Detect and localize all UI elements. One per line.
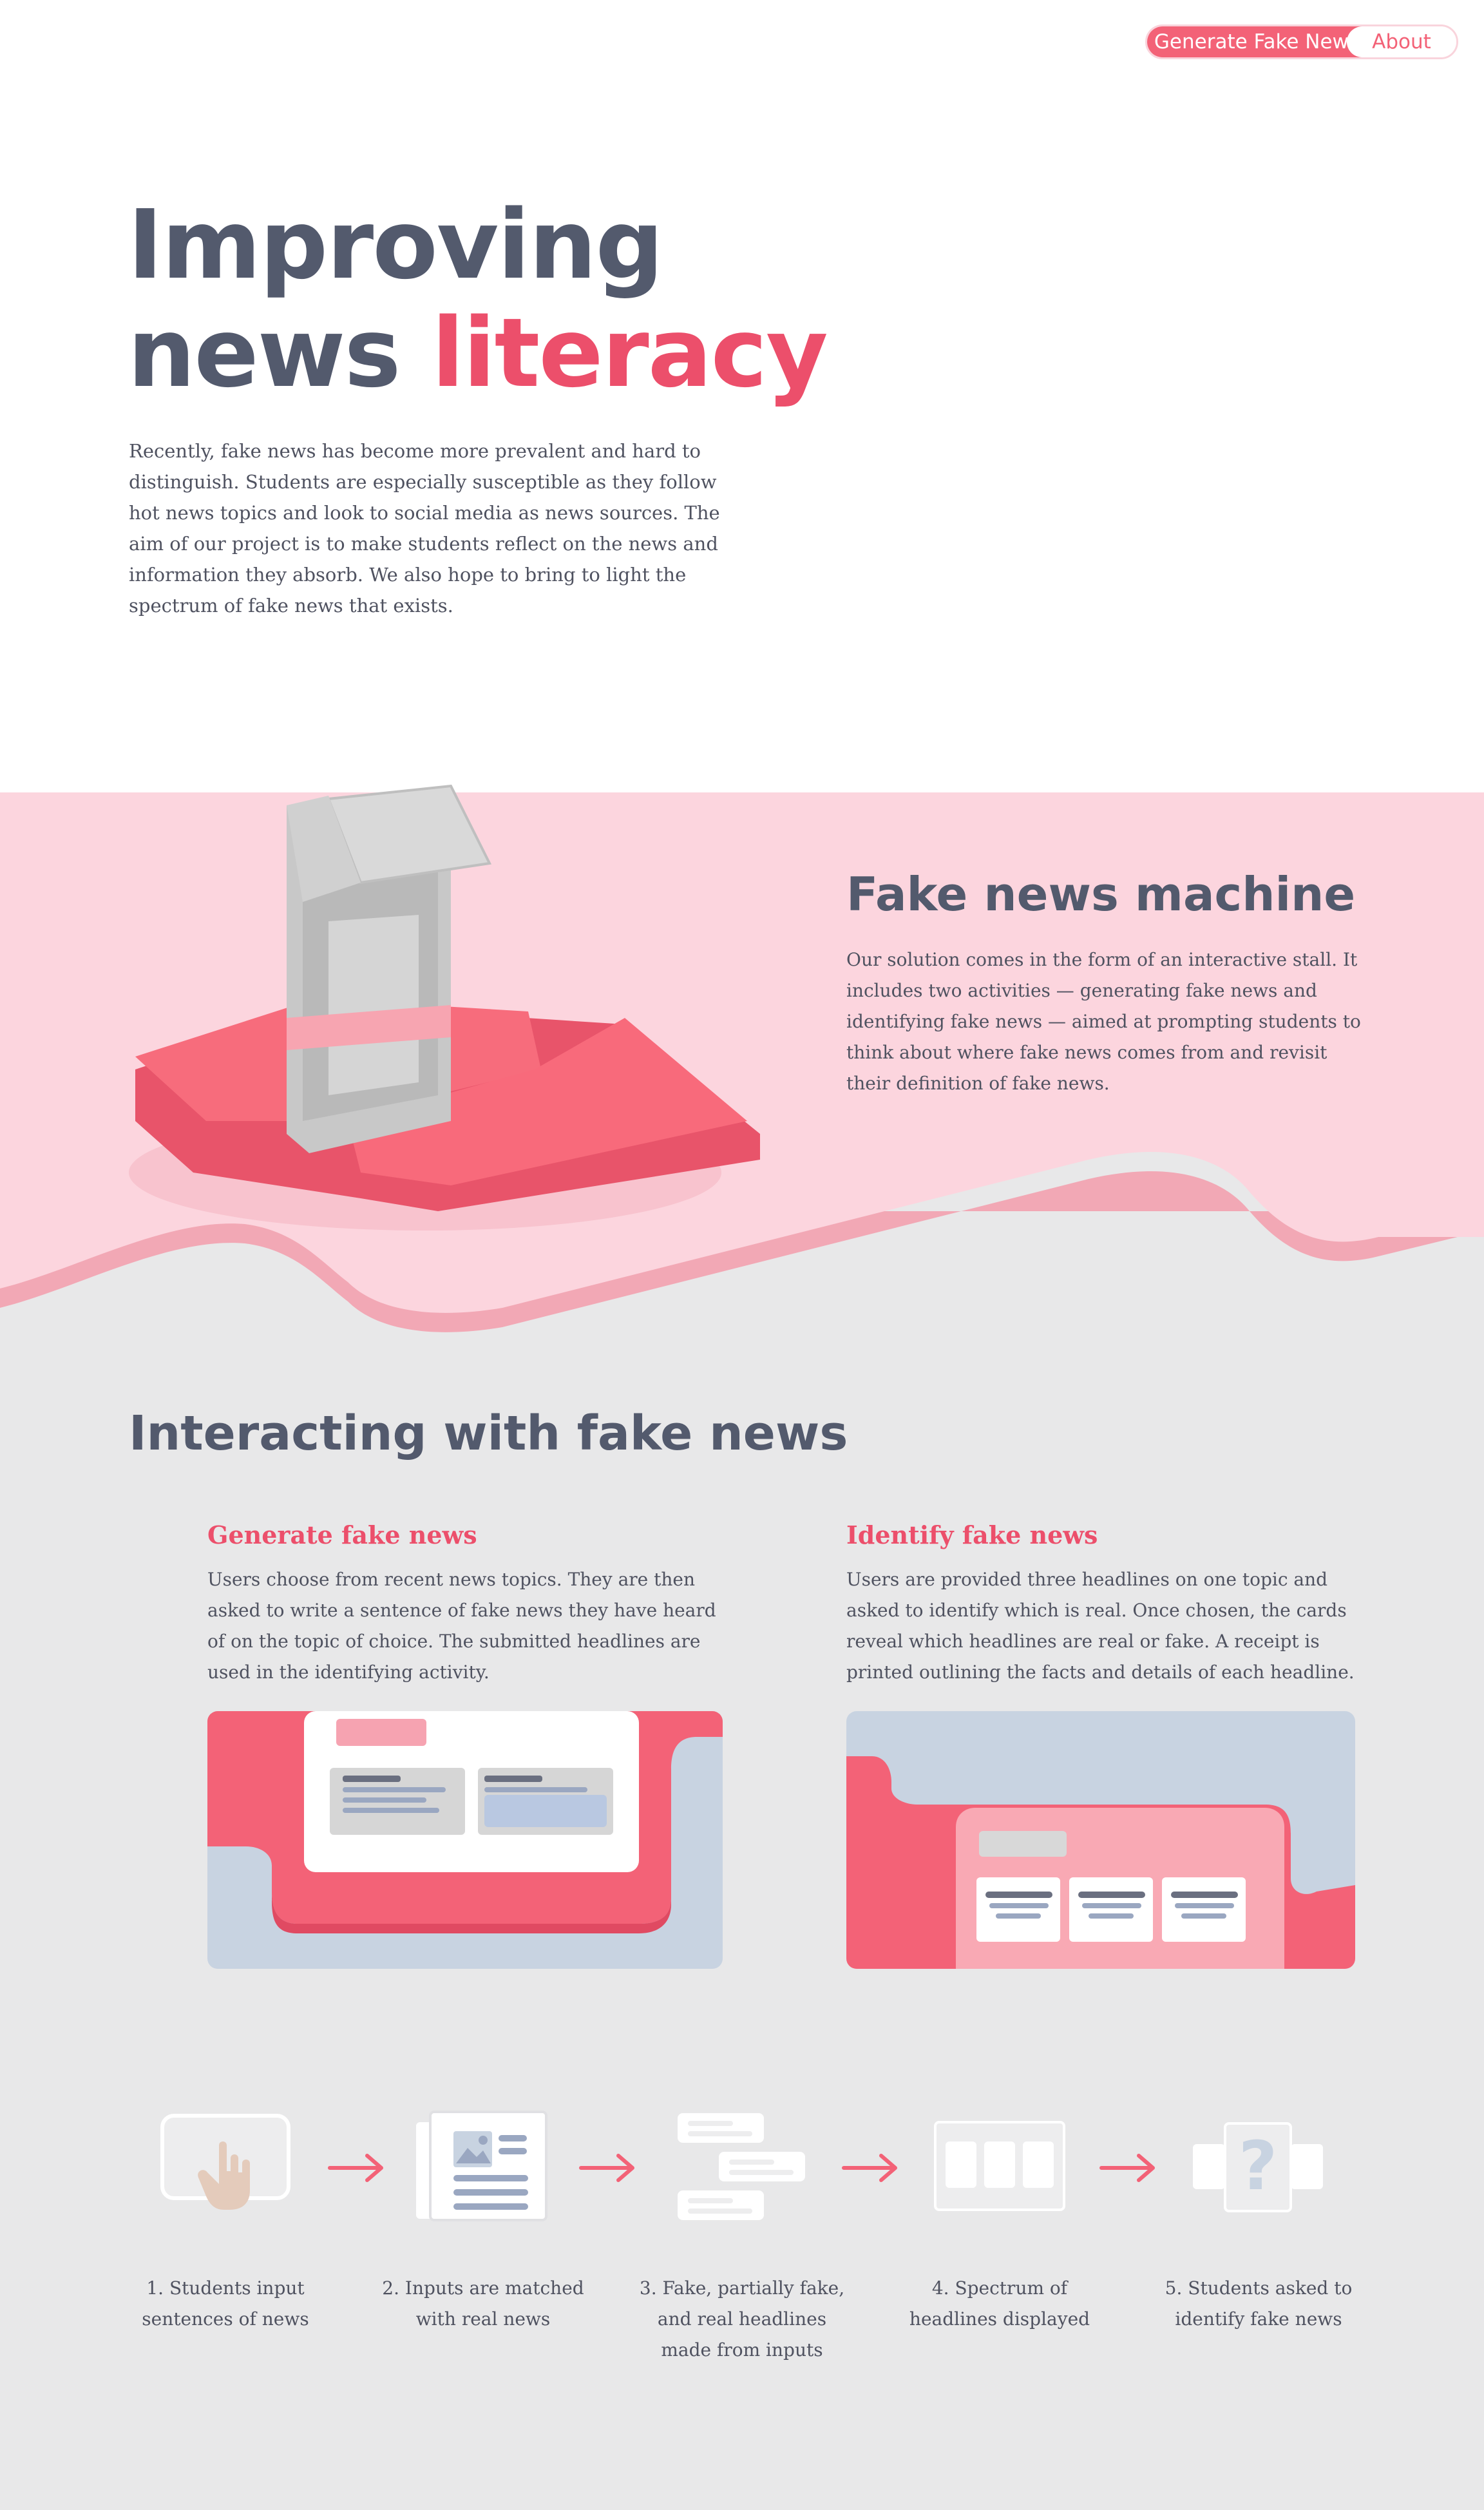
arrow-right-icon (1099, 2154, 1155, 2182)
arrow-right-icon (328, 2154, 383, 2182)
generate-paragraph: Users choose from recent news topics. Th… (207, 1569, 716, 1683)
hand-pointer-icon (160, 2114, 290, 2210)
hero-title-line1: Improving (128, 189, 663, 300)
about-button[interactable]: About (1347, 26, 1456, 57)
generate-fake-news-button[interactable]: Generate Fake News (1147, 26, 1366, 57)
hero-title-accent: literacy (432, 298, 828, 408)
news-article-icon (416, 2111, 547, 2221)
hero-title-plain: news (128, 298, 401, 408)
hero-title-line2: news literacy (128, 298, 828, 408)
hero-paragraph: Recently, fake news has become more prev… (129, 440, 720, 617)
cards-icon (934, 2121, 1065, 2211)
arrow-right-icon (579, 2154, 634, 2182)
identify-title: Identify fake news (846, 1520, 1098, 1549)
step-label-5: 5. Students asked to identify fake news (1165, 2277, 1353, 2330)
machine-paragraph: Our solution comes in the form of an int… (846, 949, 1361, 1094)
step-label-2: 2. Inputs are matched with real news (382, 2277, 584, 2330)
step-label-4: 4. Spectrum of headlines displayed (909, 2277, 1090, 2330)
arrow-right-icon (842, 2154, 897, 2182)
hero-title: Improving news literacy (128, 189, 828, 408)
svg-text:?: ? (1239, 2127, 1277, 2205)
generate-title: Generate fake news (207, 1520, 477, 1549)
top-nav: Generate Fake News About (1145, 24, 1458, 59)
question-card-icon: ? (1193, 2122, 1323, 2212)
generate-illustration (207, 1711, 723, 1969)
step-label-1: 1. Students input sentences of news (142, 2277, 309, 2330)
headlines-icon (678, 2113, 805, 2220)
identify-paragraph: Users are provided three headlines on on… (846, 1569, 1355, 1683)
identify-illustration (846, 1711, 1355, 1969)
step-label-3: 3. Fake, partially fake, and real headli… (639, 2277, 845, 2361)
interacting-title: Interacting with fake news (129, 1406, 848, 1461)
machine-title: Fake news machine (846, 867, 1356, 921)
machine-illustration (129, 784, 760, 1231)
